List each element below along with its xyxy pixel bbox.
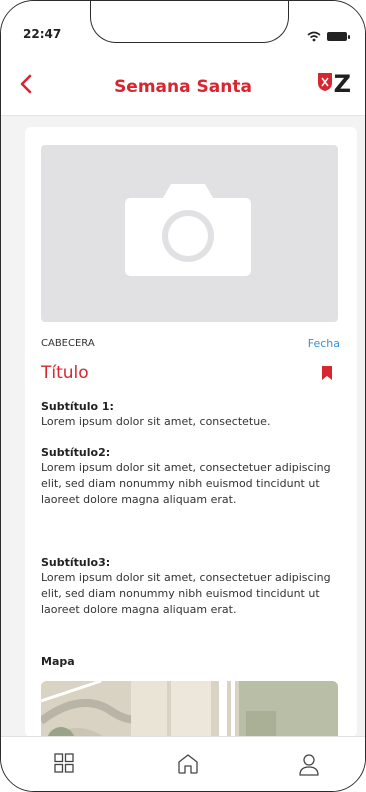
section-2: Subtítulo2: Lorem ipsum dolor sit amet, … (41, 445, 335, 508)
map-label: Mapa (41, 655, 75, 668)
logo-letter: Z (333, 70, 351, 98)
section-1: Subtítulo 1: Lorem ipsum dolor sit amet,… (41, 399, 335, 430)
status-bar: 22:47 (1, 1, 365, 57)
article-card: CABECERA Fecha Título Subtítulo 1: Lorem… (25, 127, 357, 737)
notch (90, 1, 289, 43)
app-header: Semana Santa Z (1, 57, 365, 116)
bottom-nav (1, 736, 365, 791)
cabecera-label: CABECERA (41, 338, 95, 349)
status-icons (307, 27, 350, 46)
brand-logo[interactable]: Z (317, 72, 351, 96)
section-body: Lorem ipsum dolor sit amet, consectetuer… (41, 571, 331, 616)
section-subtitle: Subtítulo 1: (41, 400, 114, 413)
date-label: Fecha (307, 337, 340, 350)
section-body: Lorem ipsum dolor sit amet, consectetue. (41, 415, 271, 428)
battery-icon (327, 32, 350, 41)
wifi-icon (307, 27, 321, 46)
image-placeholder (41, 145, 338, 322)
page-title: Semana Santa (114, 77, 252, 97)
map-graphic (41, 681, 338, 737)
grid-icon[interactable] (54, 753, 74, 777)
section-subtitle: Subtítulo2: (41, 446, 111, 459)
bookmark-icon[interactable] (321, 365, 333, 384)
phone-frame: 22:47 Semana Santa Z CABECERA Fecha Títu… (0, 0, 366, 792)
status-time: 22:47 (23, 27, 62, 41)
section-subtitle: Subtítulo3: (41, 556, 111, 569)
map-view[interactable] (41, 681, 338, 737)
camera-icon (121, 178, 255, 282)
user-icon[interactable] (299, 753, 319, 781)
shield-icon (317, 72, 333, 96)
article-title: Título (41, 363, 89, 383)
section-3: Subtítulo3: Lorem ipsum dolor sit amet, … (41, 555, 335, 618)
home-icon[interactable] (177, 753, 199, 779)
section-body: Lorem ipsum dolor sit amet, consectetuer… (41, 461, 331, 506)
